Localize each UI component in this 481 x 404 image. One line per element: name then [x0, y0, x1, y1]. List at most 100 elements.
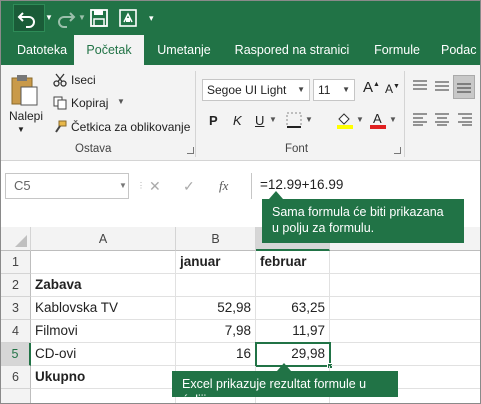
align-bottom-icon: [457, 83, 471, 93]
font-name-value: Segoe UI Light: [207, 83, 287, 97]
cell-b1[interactable]: januar: [176, 251, 256, 274]
clipboard-launcher-icon[interactable]: [187, 147, 194, 154]
ribbon-separator: [195, 71, 196, 157]
cut-button[interactable]: Iseci: [71, 73, 96, 87]
svg-text:A: A: [373, 111, 382, 126]
cell-b4[interactable]: 7,98: [176, 320, 256, 343]
cell-a1[interactable]: [31, 251, 176, 274]
row-header-5[interactable]: 5: [1, 343, 31, 366]
cell-a5[interactable]: CD-ovi: [31, 343, 176, 366]
tab-formulas[interactable]: Formule: [368, 35, 426, 65]
redo-icon[interactable]: [57, 5, 79, 31]
copy-icon: [53, 96, 67, 110]
underline-dropdown-icon[interactable]: ▼: [269, 115, 277, 124]
cell-b2[interactable]: [176, 274, 256, 297]
row-header-2[interactable]: 2: [1, 274, 31, 297]
cell-d2[interactable]: [330, 274, 480, 297]
copy-dropdown-icon[interactable]: ▼: [117, 97, 125, 106]
align-bottom-button[interactable]: [453, 75, 475, 99]
row-header-6[interactable]: 6: [1, 366, 31, 389]
cell-a3[interactable]: Kablovska TV: [31, 297, 176, 320]
column-header-b[interactable]: B: [176, 227, 256, 251]
format-painter-icon: [55, 120, 67, 133]
cell-b5[interactable]: 16: [176, 343, 256, 366]
fill-color-dropdown-icon[interactable]: ▼: [356, 115, 364, 124]
row-header-1[interactable]: 1: [1, 251, 31, 274]
formula-bar-buttons: ⋮ ✕ ✓ fx: [135, 173, 251, 199]
cancel-icon[interactable]: ✕: [149, 173, 161, 199]
format-painter-button[interactable]: Četkica za oblikovanje: [71, 120, 190, 134]
paste-dropdown-icon[interactable]: ▼: [17, 125, 25, 134]
cell-d1[interactable]: [330, 251, 480, 274]
align-left-icon[interactable]: [412, 112, 428, 126]
borders-dropdown-icon[interactable]: ▼: [305, 115, 313, 124]
cell-c5-active[interactable]: 29,98: [255, 342, 331, 367]
column-header-a[interactable]: A: [31, 227, 176, 251]
align-top-icon[interactable]: [412, 79, 428, 93]
increase-font-icon[interactable]: A▲: [363, 79, 380, 96]
ribbon-home: Nalepi ▼ Iseci Kopiraj ▼ Četkica za obli…: [1, 65, 480, 161]
group-label-clipboard: Ostava: [75, 143, 112, 155]
cell-a6[interactable]: Ukupno: [31, 366, 176, 389]
ribbon-separator: [404, 71, 405, 157]
font-color-dropdown-icon[interactable]: ▼: [389, 115, 397, 124]
tab-home[interactable]: Početak: [74, 35, 144, 67]
cell-c3[interactable]: 63,25: [256, 297, 330, 320]
callout-formula-bar: Sama formula će biti prikazana u polju z…: [262, 199, 464, 243]
bold-button[interactable]: P: [209, 113, 218, 128]
cell-c4[interactable]: 11,97: [256, 320, 330, 343]
align-middle-icon[interactable]: [434, 79, 450, 93]
cell-b3[interactable]: 52,98: [176, 297, 256, 320]
callout-cell-result: Excel prikazuje rezultat formule u ćelij…: [172, 371, 398, 403]
tab-file[interactable]: Datoteka: [13, 35, 71, 65]
excel-window: ▼ ▼ ▾ Datoteka Početak Umetanje Raspored…: [0, 0, 481, 404]
font-size-dropdown[interactable]: 11 ▼: [313, 79, 355, 101]
font-launcher-icon[interactable]: [394, 147, 401, 154]
cell-a7[interactable]: [31, 389, 176, 403]
cell-d4[interactable]: [330, 320, 480, 343]
undo-dropdown-icon[interactable]: ▼: [45, 4, 53, 32]
name-box-dropdown-icon[interactable]: ▼: [119, 181, 127, 190]
row-header-4[interactable]: 4: [1, 320, 31, 343]
row-header-7[interactable]: [1, 389, 31, 403]
font-name-dropdown[interactable]: Segoe UI Light ▼: [202, 79, 310, 101]
enter-icon[interactable]: ✓: [183, 173, 195, 199]
tab-insert[interactable]: Umetanje: [153, 35, 215, 65]
italic-button[interactable]: K: [233, 113, 242, 128]
tab-page-layout[interactable]: Raspored na stranici: [229, 35, 355, 65]
customize-qat-icon[interactable]: ▾: [149, 4, 154, 32]
fill-color-icon[interactable]: [336, 111, 354, 129]
name-box[interactable]: C5: [5, 173, 129, 199]
cell-c2[interactable]: [256, 274, 330, 297]
copy-button[interactable]: Kopiraj: [71, 96, 108, 110]
select-all-icon: [15, 235, 27, 247]
font-color-icon[interactable]: A: [369, 111, 387, 129]
ribbon-tabs: Datoteka Početak Umetanje Raspored na st…: [1, 35, 480, 67]
redo-dropdown-icon[interactable]: ▼: [78, 4, 86, 32]
font-size-value: 11: [318, 83, 331, 97]
cell-d5[interactable]: [331, 343, 480, 366]
row-header-3[interactable]: 3: [1, 297, 31, 320]
underline-button[interactable]: U: [255, 113, 264, 128]
tab-data[interactable]: Podac: [441, 35, 480, 65]
borders-icon[interactable]: [286, 112, 302, 128]
cell-a4[interactable]: Filmovi: [31, 320, 176, 343]
touch-mode-icon[interactable]: [119, 9, 137, 27]
formula-input[interactable]: =12.99+16.99: [251, 173, 480, 199]
cell-a2[interactable]: Zabava: [31, 274, 176, 297]
undo-button[interactable]: [13, 4, 45, 32]
select-all-corner[interactable]: [1, 227, 31, 251]
cut-icon: [53, 73, 67, 87]
quick-access-toolbar: ▼ ▼ ▾: [1, 1, 480, 35]
decrease-font-icon[interactable]: A▼: [385, 82, 400, 96]
cell-c1[interactable]: februar: [256, 251, 330, 274]
group-label-font: Font: [285, 143, 309, 155]
insert-function-icon[interactable]: fx: [219, 173, 228, 199]
save-icon[interactable]: [90, 9, 108, 27]
align-right-icon[interactable]: [457, 112, 473, 126]
callout-pointer: [269, 191, 283, 199]
align-center-icon[interactable]: [434, 112, 450, 126]
cell-d3[interactable]: [330, 297, 480, 320]
paste-icon[interactable]: [9, 73, 39, 107]
paste-button[interactable]: Nalepi: [9, 109, 43, 123]
